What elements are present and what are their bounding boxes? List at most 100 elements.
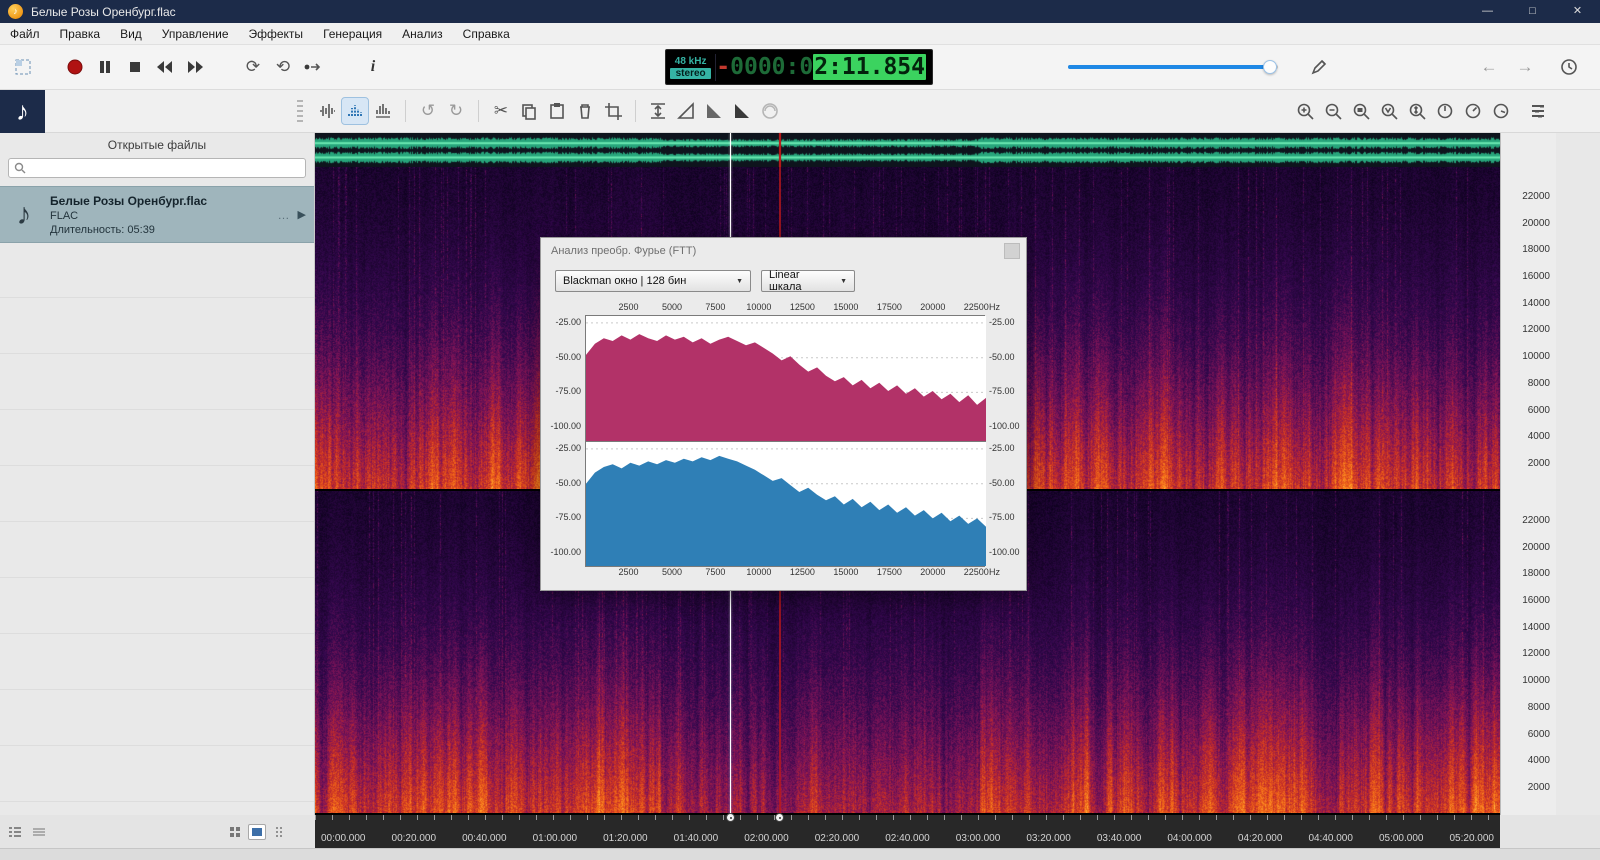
record-button[interactable] [60,52,90,82]
loop-selection-icon[interactable]: ⟲ [268,52,298,82]
effect-preview-icon[interactable] [757,98,783,124]
fft-scale-select[interactable]: Linear шкала ▼ [761,270,855,292]
zoom-out-icon[interactable] [1320,98,1346,124]
wave-spectrogram-view-icon[interactable] [370,98,396,124]
volume-handle[interactable] [1263,60,1277,74]
play-from-cursor-icon[interactable] [298,52,328,82]
undo-icon[interactable]: ↺ [415,98,441,124]
frequency-label: 20000 [1522,218,1550,229]
volume-fill [1068,65,1270,69]
dialog-titlebar[interactable]: Анализ преобр. Фурье (FTT) [541,238,1026,264]
fade-in-icon[interactable] [673,98,699,124]
overview-waveform[interactable] [315,133,1500,167]
search-input[interactable] [30,162,300,174]
paste-icon[interactable] [544,98,570,124]
timeline-label: 04:40.000 [1308,833,1353,844]
fft-chart-channel-2 [586,441,986,566]
menu-item[interactable]: Вид [110,23,152,45]
fft-plot-area [585,315,985,567]
fft-bottom-axis: 2500500075001000012500150001750020000225… [541,567,1026,580]
frequency-label: 16000 [1522,271,1550,282]
volume-track[interactable] [1068,65,1278,69]
cut-icon[interactable]: ✂ [488,98,514,124]
zoom-selection-icon[interactable] [1348,98,1374,124]
play-file-icon[interactable]: ▶ [298,208,306,221]
menu-item[interactable]: Анализ [392,23,453,45]
status-strip [0,848,1600,860]
menu-item[interactable]: Правка [50,23,111,45]
file-name: Белые Розы Оренбург.flac [50,194,270,208]
pause-button[interactable] [90,52,120,82]
loop-icon[interactable]: ⟳ [238,52,268,82]
history-icon[interactable] [1554,52,1584,82]
volume-slider[interactable] [1068,57,1278,77]
view-list-icon[interactable] [1525,98,1551,124]
frequency-label: 20000 [1522,542,1550,553]
frequency-label: 12000 [1522,324,1550,335]
waveform-view-icon[interactable] [314,98,340,124]
more-icon: … [278,208,290,222]
spectrogram-view-icon[interactable] [342,98,368,124]
knob-2-icon[interactable] [1460,98,1486,124]
frequency-label: 22000 [1522,191,1550,202]
timeline-label: 01:40.000 [674,833,719,844]
menu-item[interactable]: Эффекты [239,23,314,45]
dialog-title: Анализ преобр. Фурье (FTT) [551,245,1004,257]
frequency-label: 6000 [1528,729,1550,740]
redo-icon[interactable]: ↻ [443,98,469,124]
menu-item[interactable]: Справка [453,23,520,45]
zoom-vertical-icon[interactable] [1404,98,1430,124]
zoom-fit-icon[interactable] [1376,98,1402,124]
zoom-in-icon[interactable] [1292,98,1318,124]
dialog-close-icon[interactable] [1004,243,1020,259]
file-list-item[interactable]: ♪ Белые Розы Оренбург.flac FLAC Длительн… [0,186,314,243]
frequency-label: 8000 [1528,378,1550,389]
fft-analysis-dialog[interactable]: Анализ преобр. Фурье (FTT) Blackman окно… [540,237,1027,591]
menu-item[interactable]: Генерация [313,23,392,45]
fast-forward-button[interactable] [180,52,210,82]
frequency-label: 22000 [1522,515,1550,526]
frequency-label: 2000 [1528,782,1550,793]
dots-toggle-icon[interactable] [270,824,288,840]
rewind-button[interactable] [150,52,180,82]
nav-back-icon[interactable]: ← [1474,52,1504,82]
adjust-gain-icon[interactable] [645,98,671,124]
thumbnail-toggle-icon[interactable] [248,824,266,840]
info-icon[interactable]: i [358,52,388,82]
selection-tool-icon[interactable] [8,52,38,82]
trim-icon[interactable] [600,98,626,124]
pen-tool-icon[interactable] [1304,52,1334,82]
fft-db-labels-left-2: -25.00-50.00-75.00-100.00 [541,441,585,567]
timeline-label: 03:40.000 [1097,833,1142,844]
knob-1-icon[interactable] [1432,98,1458,124]
knob-3-icon[interactable] [1488,98,1514,124]
delete-icon[interactable] [572,98,598,124]
minimize-button[interactable]: — [1465,0,1510,23]
sidebar-header: Открытые файлы [0,133,314,156]
maximize-button[interactable]: □ [1510,0,1555,23]
stop-button[interactable] [120,52,150,82]
nav-forward-icon[interactable]: → [1510,52,1540,82]
toolbar-drag-handle[interactable] [297,100,303,122]
grid-toggle-icon[interactable] [226,824,244,840]
frequency-label: 10000 [1522,675,1550,686]
playhead-pin[interactable] [726,813,735,822]
copy-icon[interactable] [516,98,542,124]
normalize-icon[interactable] [729,98,755,124]
compact-list-icon[interactable] [30,824,48,840]
chevron-down-icon: ▼ [840,278,847,285]
timeline-ruler[interactable]: 00:00.00000:20.00000:40.00001:00.00001:2… [315,815,1500,848]
timeline-label: 02:20.000 [815,833,860,844]
window-title: Белые Розы Оренбург.flac [31,5,176,19]
fade-out-icon[interactable] [701,98,727,124]
menu-item[interactable]: Управление [152,23,239,45]
timeline-label: 00:00.000 [321,833,366,844]
menu-item[interactable]: Файл [0,23,50,45]
sidebar-footer [0,815,315,848]
list-view-icon[interactable] [6,824,24,840]
close-button[interactable]: ✕ [1555,0,1600,23]
search-box[interactable] [8,158,306,178]
channel-mode-badge: stereo [670,68,711,79]
fft-window-select[interactable]: Blackman окно | 128 бин ▼ [555,270,751,292]
marker-pin[interactable] [775,813,784,822]
